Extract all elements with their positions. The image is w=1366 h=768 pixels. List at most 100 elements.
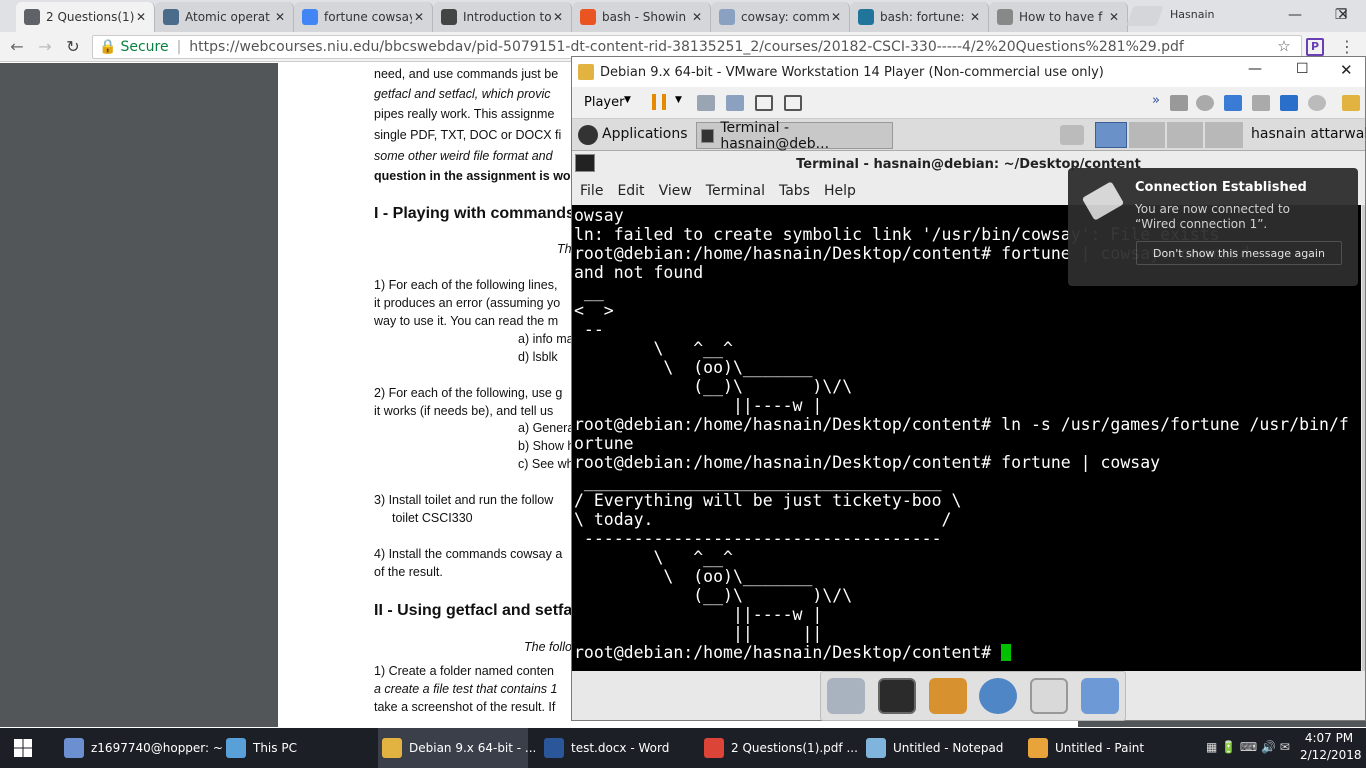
terminal-launcher-icon[interactable]: [877, 678, 916, 714]
web-browser-icon[interactable]: [979, 678, 1018, 714]
pdf-icon: [24, 9, 40, 25]
tab-5[interactable]: bash - Showin ✕: [572, 2, 711, 32]
usb-icon[interactable]: [726, 95, 744, 111]
pdf-text-line: it works (if needs be), and tell us: [374, 404, 554, 418]
taskbar-item-3[interactable]: Debian 9.x 64-bit - ...: [378, 728, 536, 768]
applications-menu[interactable]: Applications: [602, 126, 688, 142]
taskbar-item-7[interactable]: Untitled - Paint: [1024, 728, 1174, 768]
pdf-text-line: question in the assignment is wo: [374, 169, 571, 183]
clock-time[interactable]: 4:07 PM: [1300, 731, 1358, 745]
tab-close-icon[interactable]: ✕: [412, 10, 426, 24]
unity-icon[interactable]: [784, 95, 802, 111]
tab-close-icon[interactable]: ✕: [968, 10, 982, 24]
player-menu[interactable]: Player: [584, 95, 624, 110]
workspace-4[interactable]: [1205, 122, 1243, 148]
dont-show-again-button[interactable]: Don't show this message again: [1136, 241, 1342, 265]
tab-close-icon[interactable]: ✕: [1107, 10, 1121, 24]
start-icon[interactable]: [14, 739, 32, 757]
clock-date[interactable]: 2/12/2018: [1300, 748, 1362, 762]
message-icon[interactable]: [1308, 95, 1326, 111]
terminal-cursor: [1001, 644, 1012, 661]
user-name[interactable]: hasnain attarwala: [1251, 126, 1366, 142]
menu-help[interactable]: Help: [824, 183, 856, 199]
pause-dropdown-icon[interactable]: ▼: [675, 95, 682, 105]
show-desktop-icon[interactable]: [827, 678, 866, 714]
taskbar-item-6[interactable]: Untitled - Notepad: [862, 728, 1012, 768]
google-icon: [302, 9, 318, 25]
workspace-1[interactable]: [1095, 122, 1127, 148]
tray-icons[interactable]: ▦ 🔋 ⌨ 🔊 ✉: [1206, 740, 1296, 756]
taskbar-item-1[interactable]: z1697740@hopper: ~: [60, 728, 223, 768]
forward-icon[interactable]: →: [34, 37, 56, 57]
pdf-text-line: 1) Create a folder named conten: [374, 664, 554, 678]
pdf-text-line: need, and use commands just be: [374, 67, 559, 81]
terminal-window-icon: [575, 154, 595, 172]
app-finder-icon[interactable]: [1029, 678, 1068, 714]
pause-icon[interactable]: [652, 94, 666, 110]
tab-6[interactable]: cowsay: comm ✕: [711, 2, 850, 32]
tab-7[interactable]: bash: fortune: ✕: [850, 2, 989, 32]
cd-icon[interactable]: [1196, 95, 1214, 111]
taskbar-item-2[interactable]: This PC: [222, 728, 372, 768]
gamepad-icon: [441, 9, 457, 25]
pdf-text-line: 4) Install the commands cowsay a: [374, 547, 563, 561]
menu-icon[interactable]: ⋮: [1336, 37, 1358, 57]
sound-icon[interactable]: [1280, 95, 1298, 111]
workspace-3[interactable]: [1167, 122, 1203, 148]
fullscreen-icon[interactable]: [755, 95, 773, 111]
tab-8[interactable]: How to have f ✕: [989, 2, 1128, 32]
menu-tabs[interactable]: Tabs: [779, 183, 810, 199]
more-icon[interactable]: »: [1152, 93, 1160, 108]
tab-1[interactable]: 2 Questions(1).pdf✕: [16, 2, 155, 32]
taskbar-item-5[interactable]: 2 Questions(1).pdf ...: [700, 728, 858, 768]
profile-name[interactable]: Hasnain: [1170, 8, 1214, 21]
tab-close-icon[interactable]: ✕: [829, 10, 843, 24]
library-icon[interactable]: [1342, 95, 1360, 111]
pdf-text-line: a create a file test that contains 1: [374, 682, 558, 696]
url-text: https://webcourses.niu.edu/bbcswebdav/pi…: [189, 39, 1184, 55]
tab-close-icon[interactable]: ✕: [551, 10, 565, 24]
app-icon: [866, 738, 886, 758]
nic-icon[interactable]: [1224, 95, 1242, 111]
workspace-2[interactable]: [1129, 122, 1165, 148]
vm-minimize-icon[interactable]: —: [1248, 61, 1262, 77]
new-tab-button[interactable]: [1126, 6, 1164, 26]
xfce-panel: Applications Terminal - hasnain@deb... h…: [572, 119, 1366, 152]
tab-title: cowsay: comm: [741, 10, 829, 24]
tab-close-icon[interactable]: ✕: [690, 10, 704, 24]
taskbar-terminal-button[interactable]: Terminal - hasnain@deb...: [696, 120, 893, 152]
reload-icon[interactable]: ↻: [62, 37, 84, 57]
tab-close-icon[interactable]: ✕: [273, 10, 287, 24]
terminal-scrollbar[interactable]: [1362, 205, 1365, 671]
file-manager-icon[interactable]: [928, 678, 967, 714]
menu-view[interactable]: View: [659, 183, 692, 199]
tab-title: How to have f: [1019, 10, 1103, 24]
tab-2[interactable]: Atomic operat ✕: [155, 2, 294, 32]
vm-maximize-icon[interactable]: ☐: [1296, 61, 1309, 77]
home-folder-icon[interactable]: [1080, 678, 1119, 714]
back-icon[interactable]: ←: [6, 37, 28, 57]
connection-notification: Connection Established You are now conne…: [1068, 168, 1358, 286]
pdf-text-line: single PDF, TXT, DOC or DOCX fi: [374, 128, 562, 142]
star-icon[interactable]: ☆: [1273, 37, 1295, 57]
tab-title: Introduction to: [463, 10, 551, 24]
vm-close-icon[interactable]: ✕: [1340, 61, 1353, 79]
network-icon[interactable]: [697, 95, 715, 111]
hdd-icon[interactable]: [1170, 95, 1188, 111]
menu-file[interactable]: File: [580, 183, 603, 199]
tab-4[interactable]: Introduction to ✕: [433, 2, 572, 32]
xfce-dock: [820, 671, 1126, 721]
network-manager-icon[interactable]: [1060, 125, 1084, 145]
tab-close-icon[interactable]: ✕: [134, 10, 148, 24]
printer-icon[interactable]: [1252, 95, 1270, 111]
document-icon: [997, 9, 1013, 25]
menu-edit[interactable]: Edit: [617, 183, 644, 199]
browser-tab-bar: 2 Questions(1).pdf✕Atomic operat✕fortune…: [0, 0, 1366, 32]
player-dropdown-icon[interactable]: ▼: [624, 95, 631, 105]
taskbar-item-4[interactable]: test.docx - Word: [540, 728, 690, 768]
menu-terminal[interactable]: Terminal: [706, 183, 765, 199]
extension-icon[interactable]: P: [1306, 38, 1324, 56]
tab-3[interactable]: fortune cowsay ✕: [294, 2, 433, 32]
minimize-icon[interactable]: —: [1272, 0, 1318, 30]
close-icon[interactable]: ✕: [1320, 0, 1366, 30]
